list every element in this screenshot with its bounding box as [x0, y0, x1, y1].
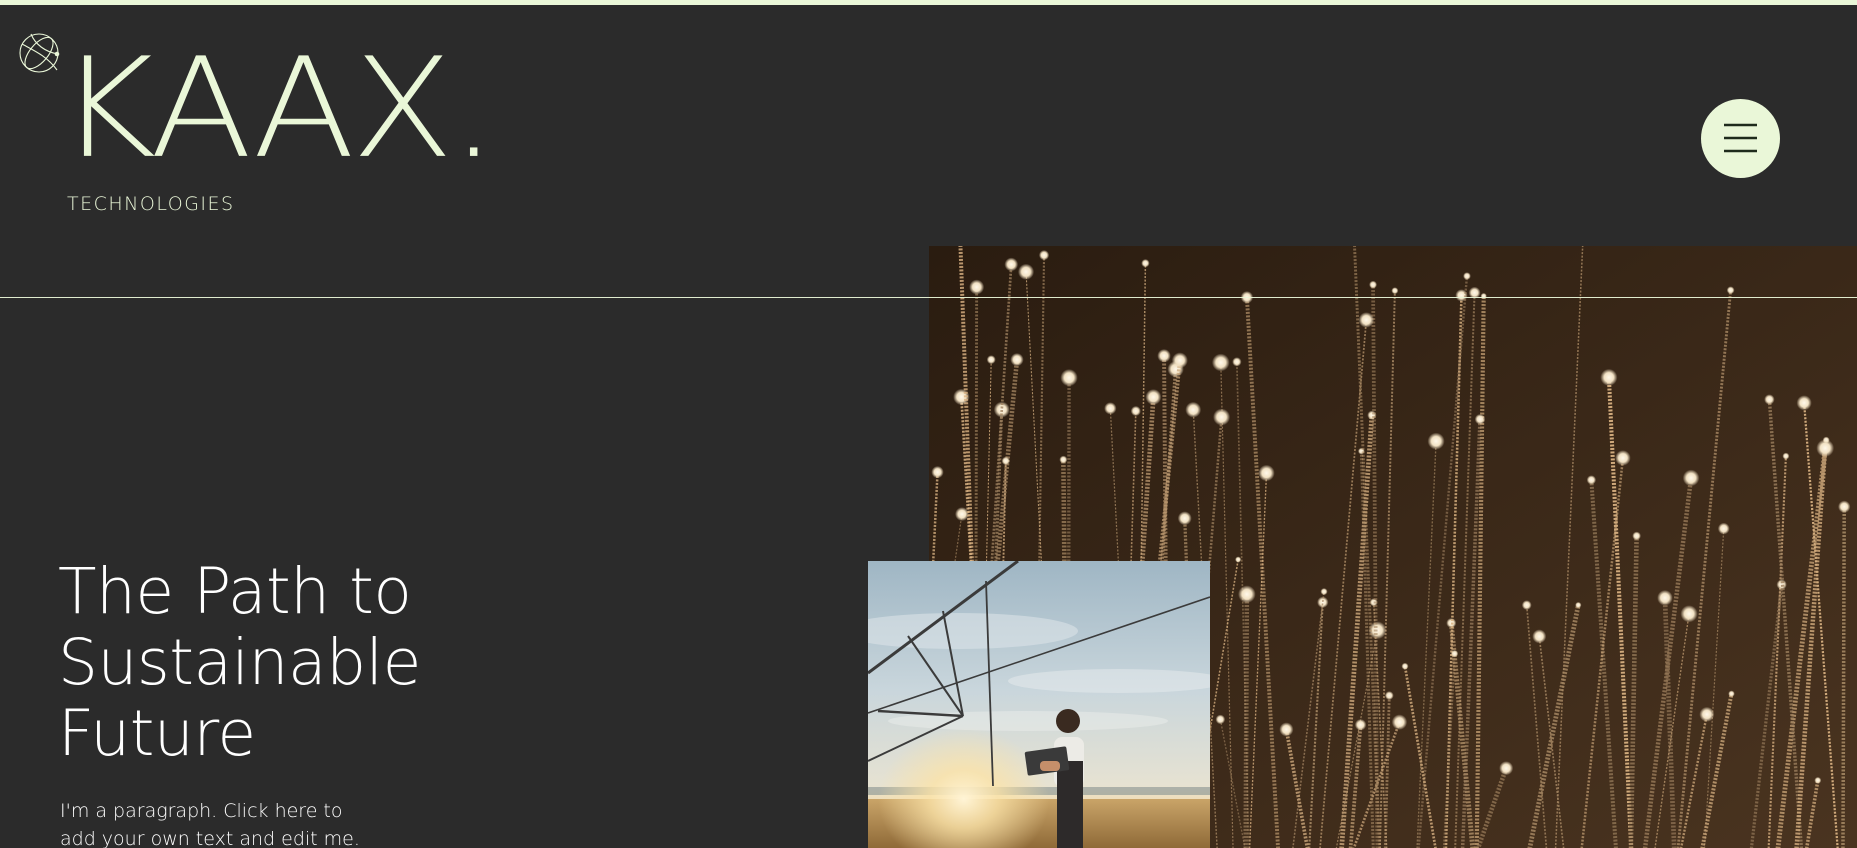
hero-headline-line: Future [58, 697, 256, 770]
landing-page: KAAX. TECHNOLOGIES The Path to Sustainab… [0, 0, 1857, 848]
farmer-with-tablet-field-image [868, 561, 1210, 848]
globe-orbit-icon[interactable] [17, 30, 63, 76]
hero-paragraph-line: I'm a paragraph. Click here to [60, 800, 343, 822]
hero-paragraph[interactable]: I'm a paragraph. Click here to add your … [60, 797, 380, 848]
brand-tagline: TECHNOLOGIES [67, 193, 235, 215]
header-divider-line [0, 297, 1857, 298]
hamburger-menu-icon [1724, 123, 1757, 153]
top-accent-strip [0, 0, 1857, 5]
hero-headline: The Path to Sustainable Future [58, 556, 421, 769]
hero-headline-line: Sustainable [58, 626, 421, 699]
hero-headline-line: The Path to [58, 555, 412, 628]
hero-paragraph-line: add your own text and edit me. [60, 828, 360, 848]
brand-name[interactable]: KAAX. [58, 40, 498, 178]
menu-button[interactable] [1701, 99, 1780, 178]
